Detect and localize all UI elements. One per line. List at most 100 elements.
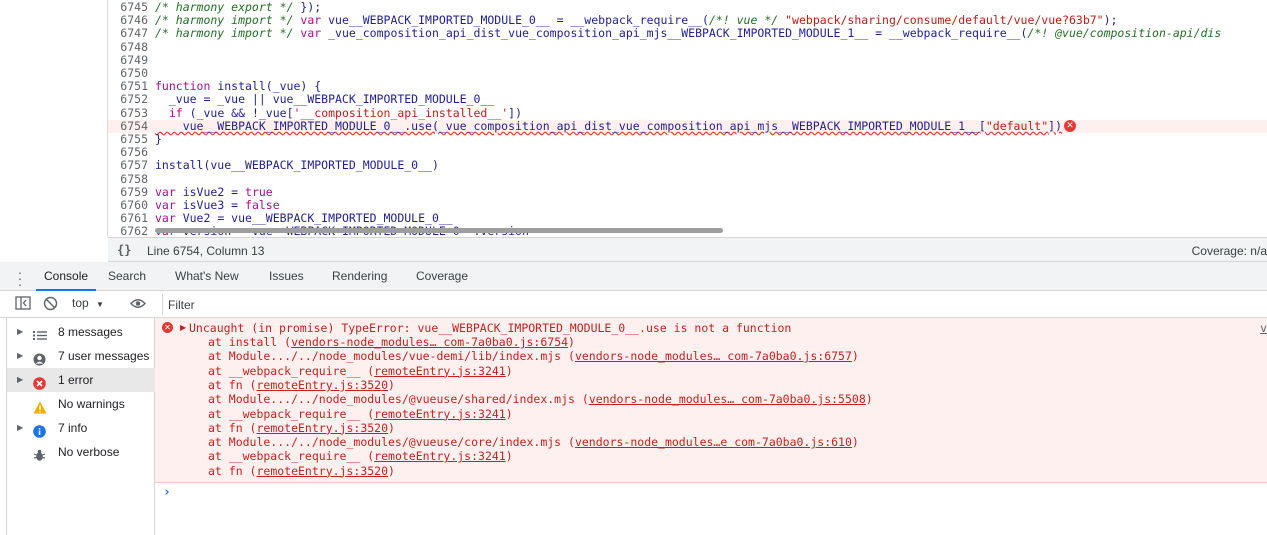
- line-number[interactable]: 6752: [108, 93, 148, 106]
- stack-frame-function: at __webpack_require__ (: [208, 406, 375, 421]
- code-line[interactable]: 6753 if (_vue && !_vue['__composition_ap…: [108, 106, 1267, 120]
- expand-arrow-icon[interactable]: ▶: [17, 416, 23, 440]
- code-line[interactable]: 6754 vue__WEBPACK_IMPORTED_MODULE_0__.us…: [108, 119, 1267, 133]
- sidebar-toggle-icon[interactable]: [15, 296, 31, 313]
- stack-frame-close: ): [505, 449, 513, 464]
- expand-arrow-icon[interactable]: ▶: [17, 344, 23, 368]
- stack-frame-close: ): [388, 420, 395, 435]
- stack-frame-close: ): [505, 363, 513, 378]
- console-toolbar: top ▼: [0, 291, 1267, 318]
- filter-input[interactable]: [162, 294, 1267, 315]
- line-number[interactable]: 6757: [108, 159, 148, 172]
- tab-search[interactable]: Search: [108, 262, 146, 291]
- stack-frame-close: ): [851, 435, 859, 450]
- code-line[interactable]: 6755}: [108, 132, 1267, 146]
- stack-frame: at __webpack_require__ (remoteEntry.js:3…: [208, 364, 513, 378]
- stack-frame: at __webpack_require__ (remoteEntry.js:3…: [208, 407, 513, 421]
- code-line[interactable]: 6751 function install(_vue) {: [108, 79, 1267, 93]
- sidebar-item-messages[interactable]: ▶ 8 messages: [7, 320, 155, 344]
- sidebar-item-label: 1 error: [58, 373, 94, 387]
- stack-frame-function: at install (: [208, 335, 292, 349]
- eye-icon[interactable]: [130, 298, 146, 309]
- stack-frame-function: at Module.../../node_modules/@vueuse/sha…: [208, 392, 589, 407]
- code-line[interactable]: 6752 _vue = _vue || vue__WEBPACK_IMPORTE…: [108, 93, 1267, 106]
- list-icon: [33, 326, 47, 340]
- inline-error-icon[interactable]: ✕: [1064, 120, 1077, 133]
- stack-frame-close: ): [388, 463, 395, 478]
- warning-icon: [33, 398, 47, 414]
- sidebar-item-info[interactable]: ▶ 7 info: [7, 416, 155, 440]
- sidebar-item-verbose[interactable]: No verbose: [7, 440, 155, 464]
- stack-frame-function: at __webpack_require__ (: [208, 363, 375, 378]
- code-line[interactable]: 6757 install(vue__WEBPACK_IMPORTED_MODULE…: [108, 159, 1267, 172]
- tab-coverage[interactable]: Coverage: [416, 262, 468, 291]
- stack-frame-function: at Module.../../node_modules/@vueuse/cor…: [208, 435, 575, 450]
- code-line[interactable]: 6759 var isVue2 = true: [108, 185, 1267, 199]
- code-area[interactable]: 6745/* harmony export */ }); 6746/* harmo…: [108, 0, 1267, 237]
- sidebar-item-label: No warnings: [58, 397, 125, 411]
- coverage-status: Coverage: n/a: [1191, 244, 1267, 258]
- code-text: install(vue__WEBPACK_IMPORTED_MODULE_0__…: [155, 158, 439, 173]
- tab-issues[interactable]: Issues: [269, 262, 304, 291]
- stack-frame-link[interactable]: remoteEntry.js:3241: [374, 407, 506, 421]
- line-number[interactable]: 6762: [108, 225, 148, 237]
- stack-frame-link[interactable]: remoteEntry.js:3520: [256, 464, 388, 478]
- line-number[interactable]: 6753: [108, 106, 148, 120]
- stack-frame: at fn (remoteEntry.js:3520): [208, 421, 395, 435]
- stack-frame-close: ): [505, 406, 513, 421]
- context-select[interactable]: top ▼: [72, 296, 104, 310]
- line-number[interactable]: 6748: [108, 40, 148, 54]
- stack-frame-function: at Module.../../node_modules/vue-demi/li…: [208, 349, 575, 364]
- navigator-strip: [0, 0, 108, 237]
- error-icon: [33, 374, 46, 390]
- error-message[interactable]: ✕ ▶ Uncaught (in promise) TypeError: vue…: [155, 318, 1267, 483]
- expand-arrow-icon[interactable]: ▶: [180, 323, 186, 332]
- clear-console-icon[interactable]: [43, 296, 58, 314]
- sidebar-item-user-messages[interactable]: ▶ 7 user messages: [7, 344, 155, 368]
- chevron-down-icon: ▼: [96, 300, 104, 309]
- sidebar-item-label: 7 user messages: [58, 349, 150, 363]
- stack-frame-function: at fn (: [208, 377, 257, 392]
- sidebar-item-label: No verbose: [58, 445, 120, 459]
- pretty-print-button[interactable]: {}: [117, 243, 131, 257]
- source-editor[interactable]: 6745/* harmony export */ }); 6746/* harmo…: [0, 0, 1267, 237]
- stack-frame-close: ): [568, 335, 575, 349]
- more-menu-icon[interactable]: · · ·: [14, 265, 26, 291]
- stack-frame-link[interactable]: remoteEntry.js:3241: [374, 449, 506, 463]
- stack-frame-link[interactable]: vendors-node_modules… com-7a0ba0.js:5508: [589, 392, 866, 406]
- code-line[interactable]: 6756: [108, 145, 1267, 159]
- tab-whats-new[interactable]: What's New: [175, 262, 239, 291]
- line-number[interactable]: 6747: [108, 27, 148, 40]
- tab-console[interactable]: Console: [36, 262, 97, 291]
- stack-frame-link[interactable]: vendors-node_modules… com-7a0ba0.js:6757: [575, 349, 852, 363]
- stack-frame: at __webpack_require__ (remoteEntry.js:3…: [208, 449, 513, 463]
- console-prompt[interactable]: ›: [163, 485, 171, 500]
- drawer-tab-bar: · · · Console Search What's New Issues Ren…: [0, 262, 1267, 291]
- horizontal-scrollbar[interactable]: [155, 228, 723, 233]
- context-select-value: top: [72, 296, 89, 310]
- sidebar-item-warnings[interactable]: No warnings: [7, 392, 155, 416]
- console-messages[interactable]: ✕ ▶ Uncaught (in promise) TypeError: vue…: [155, 318, 1267, 535]
- expand-arrow-icon[interactable]: ▶: [17, 320, 23, 344]
- console-sidebar: ▶ 8 messages ▶ 7 user messages ▶ 1 error…: [6, 318, 155, 535]
- code-line[interactable]: 6746/* harmony import */ var vue__WEBPAC…: [108, 13, 1267, 27]
- code-line[interactable]: 6748: [108, 40, 1267, 54]
- stack-frame-link[interactable]: vendors-node_modules…e com-7a0ba0.js:610: [575, 435, 852, 449]
- code-line[interactable]: 6758: [108, 172, 1267, 186]
- code-line[interactable]: 6747 /* harmony import */ var _vue_compos…: [108, 27, 1267, 40]
- stack-frame-close: ): [865, 392, 873, 407]
- error-source-link[interactable]: v: [1260, 321, 1267, 335]
- sidebar-item-label: 8 messages: [58, 325, 123, 339]
- tab-rendering[interactable]: Rendering: [332, 262, 387, 291]
- line-number[interactable]: 6758: [108, 172, 148, 186]
- expand-arrow-icon[interactable]: ▶: [17, 368, 23, 392]
- stack-frame-link[interactable]: remoteEntry.js:3520: [256, 421, 388, 435]
- stack-frame-link[interactable]: vendors-node_modules… com-7a0ba0.js:6754: [291, 335, 568, 349]
- stack-frame-link[interactable]: remoteEntry.js:3520: [256, 378, 388, 392]
- code-line[interactable]: 6761 var Vue2 = vue__WEBPACK_IMPORTED_MOD…: [108, 211, 1267, 225]
- code-text: }: [155, 132, 162, 146]
- stack-frame-link[interactable]: remoteEntry.js:3241: [374, 364, 506, 378]
- sidebar-item-errors[interactable]: ▶ 1 error: [7, 368, 155, 392]
- stack-frame-function: at fn (: [208, 420, 257, 435]
- code-line[interactable]: 6749: [108, 53, 1267, 67]
